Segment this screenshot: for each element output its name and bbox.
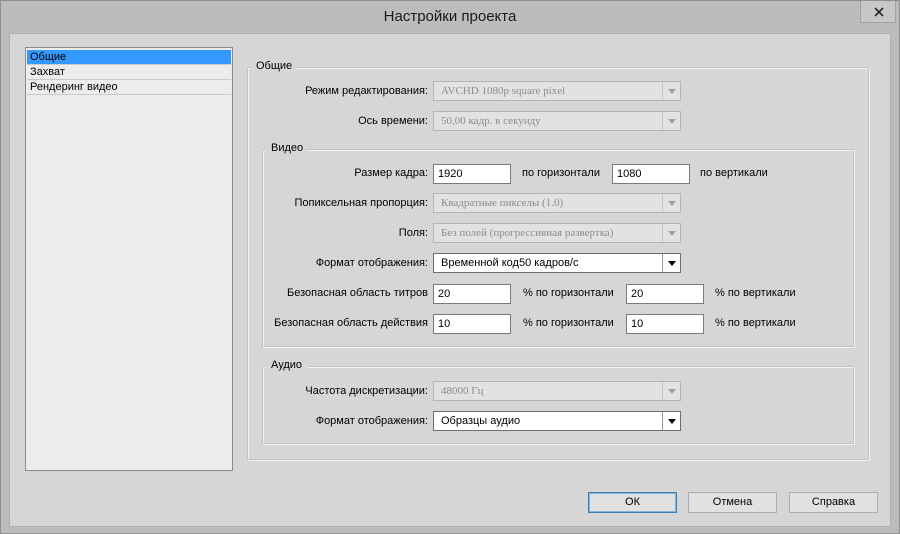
close-icon	[874, 7, 884, 17]
video-group-title: Видео	[266, 142, 309, 155]
chevron-down-icon	[668, 89, 676, 94]
cancel-button[interactable]: Отмена	[688, 492, 777, 513]
project-settings-dialog: Настройки проекта Общие Захват Рендеринг…	[0, 0, 900, 534]
fields-select: Без полей (прогрессивная развертка)	[433, 223, 681, 243]
edit-mode-dropdown-arrow	[662, 82, 680, 100]
action-safe-vertical-input[interactable]: 10	[626, 314, 704, 334]
pixel-aspect-value: Квадратные пикселы (1.0)	[441, 197, 564, 209]
video-display-format-label: Формат отображения:	[315, 257, 428, 269]
audio-display-format-dropdown-arrow[interactable]	[662, 412, 680, 430]
action-safe-horizontal-input[interactable]: 10	[433, 314, 511, 334]
audio-display-format-select[interactable]: Образцы аудио	[433, 411, 681, 431]
sample-rate-label: Частота дискретизации:	[305, 385, 428, 397]
video-display-format-select[interactable]: Временной код50 кадров/с	[433, 253, 681, 273]
pixel-aspect-dropdown-arrow	[662, 194, 680, 212]
general-group-title: Общие	[251, 60, 298, 73]
edit-mode-value: AVCHD 1080p square pixel	[441, 85, 566, 97]
action-safe-horizontal-unit: % по горизонтали	[523, 317, 614, 329]
fields-value: Без полей (прогрессивная развертка)	[441, 227, 614, 239]
help-button[interactable]: Справка	[789, 492, 878, 513]
frame-width-unit-label: по горизонтали	[522, 167, 600, 179]
title-bar[interactable]: Настройки проекта	[1, 1, 899, 33]
timeline-select: 50,00 кадр. в секунду	[433, 111, 681, 131]
window-title: Настройки проекта	[383, 8, 517, 25]
sample-rate-value: 48000 Гц	[441, 385, 484, 397]
frame-height-unit-label: по вертикали	[700, 167, 768, 179]
audio-group-title: Аудио	[266, 359, 308, 372]
video-display-format-dropdown-arrow[interactable]	[662, 254, 680, 272]
action-safe-vertical-unit: % по вертикали	[715, 317, 796, 329]
title-safe-horizontal-unit: % по горизонтали	[523, 287, 614, 299]
timeline-value: 50,00 кадр. в секунду	[441, 115, 541, 127]
title-safe-label: Безопасная область титров	[287, 287, 428, 299]
nav-item-general[interactable]: Общие	[27, 50, 231, 65]
fields-dropdown-arrow	[662, 224, 680, 242]
audio-display-format-value: Образцы аудио	[441, 415, 521, 427]
ok-button[interactable]: ОК	[588, 492, 677, 513]
frame-width-input[interactable]: 1920	[433, 164, 511, 184]
frame-height-input[interactable]: 1080	[612, 164, 690, 184]
chevron-down-icon	[668, 201, 676, 206]
pixel-aspect-label: Попиксельная пропорция:	[294, 197, 428, 209]
title-safe-horizontal-input[interactable]: 20	[433, 284, 511, 304]
nav-item-video-rendering[interactable]: Рендеринг видео	[27, 80, 231, 95]
title-safe-vertical-input[interactable]: 20	[626, 284, 704, 304]
audio-group	[262, 366, 854, 444]
edit-mode-label: Режим редактирования:	[305, 85, 428, 97]
chevron-down-icon	[668, 389, 676, 394]
timeline-dropdown-arrow	[662, 112, 680, 130]
edit-mode-select: AVCHD 1080p square pixel	[433, 81, 681, 101]
frame-size-label: Размер кадра:	[354, 167, 428, 179]
chevron-down-icon	[668, 419, 676, 424]
settings-category-list[interactable]: Общие Захват Рендеринг видео	[25, 47, 233, 471]
action-safe-label: Безопасная область действия	[274, 317, 428, 329]
sample-rate-select: 48000 Гц	[433, 381, 681, 401]
sample-rate-dropdown-arrow	[662, 382, 680, 400]
chevron-down-icon	[668, 261, 676, 266]
close-button[interactable]	[860, 1, 896, 23]
audio-display-format-label: Формат отображения:	[315, 415, 428, 427]
title-safe-vertical-unit: % по вертикали	[715, 287, 796, 299]
video-display-format-value: Временной код50 кадров/с	[441, 257, 579, 269]
nav-item-capture[interactable]: Захват	[27, 65, 231, 80]
timeline-label: Ось времени:	[358, 115, 428, 127]
chevron-down-icon	[668, 119, 676, 124]
fields-label: Поля:	[398, 227, 428, 239]
dialog-body: Общие Захват Рендеринг видео Общие Режим…	[9, 33, 891, 527]
pixel-aspect-select: Квадратные пикселы (1.0)	[433, 193, 681, 213]
chevron-down-icon	[668, 231, 676, 236]
